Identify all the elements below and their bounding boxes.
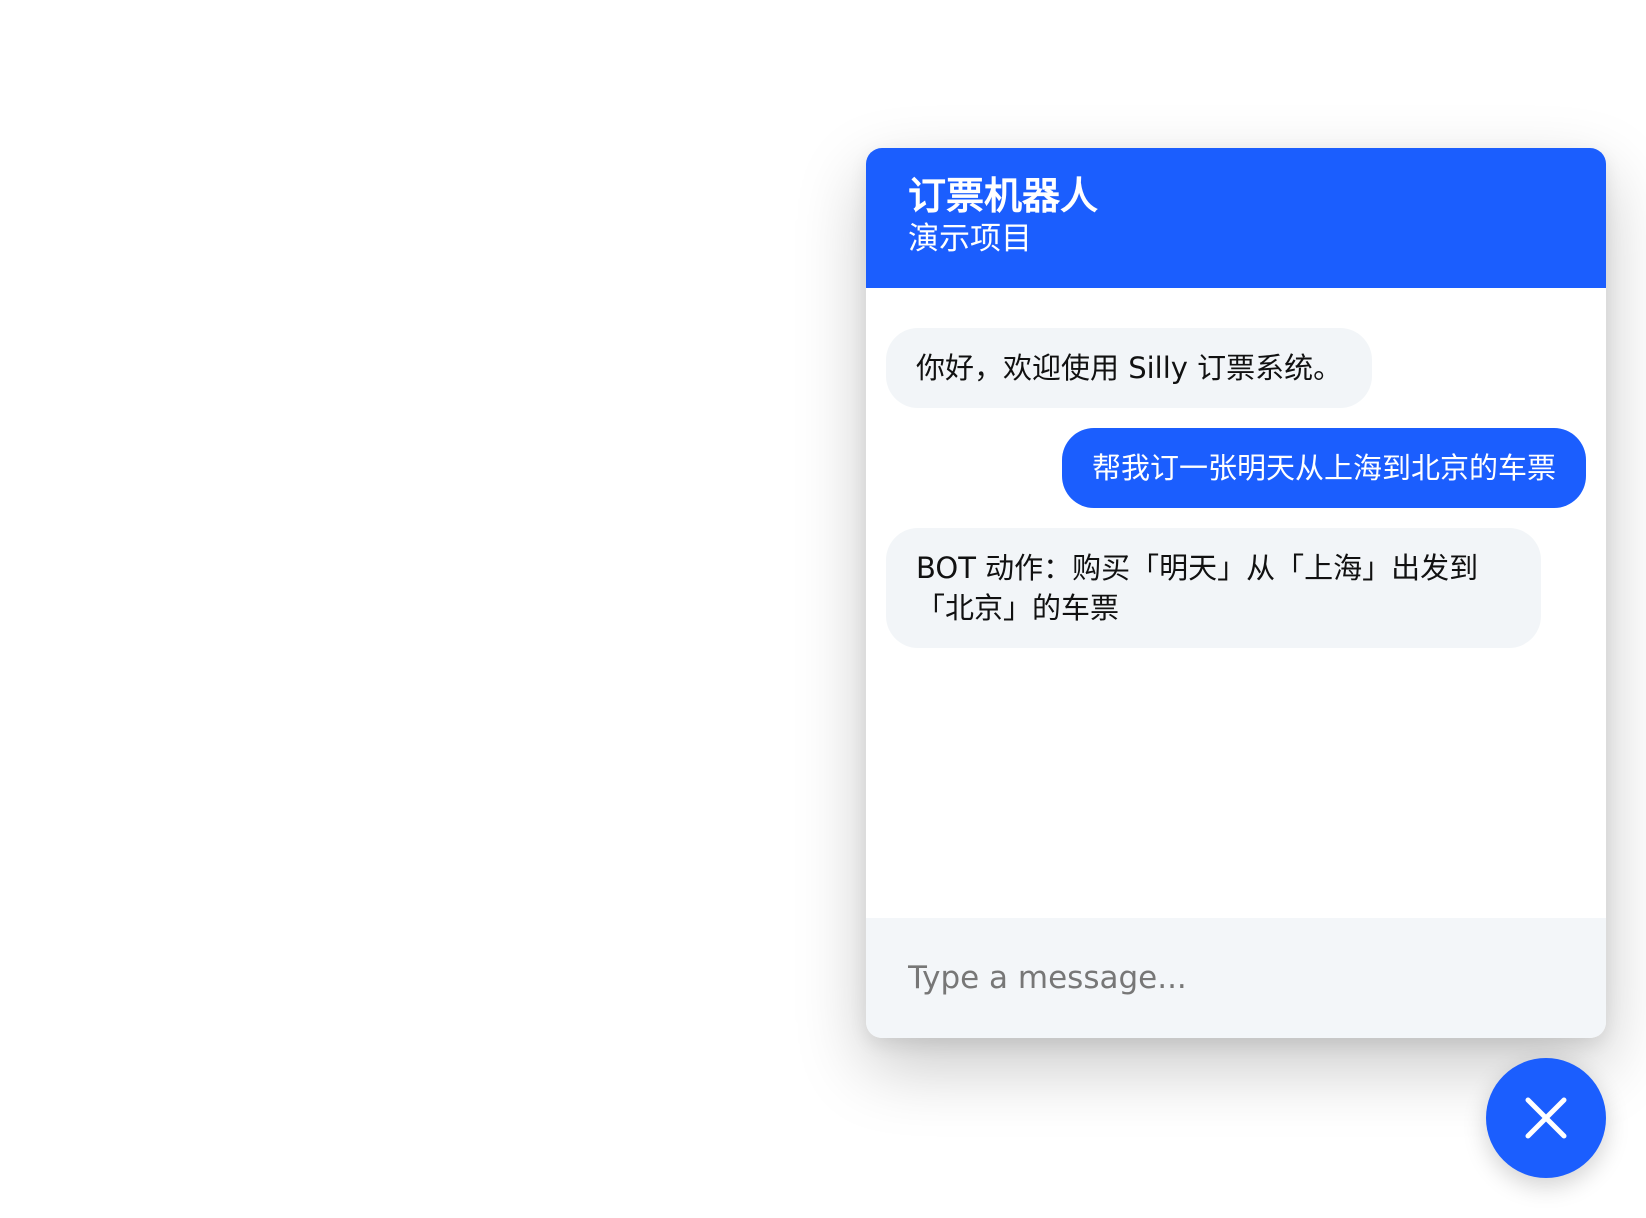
message-row: 帮我订一张明天从上海到北京的车票 [886,428,1586,508]
close-icon [1525,1097,1567,1139]
message-input[interactable] [906,959,1566,997]
chat-title: 订票机器人 [908,174,1099,218]
close-chat-button[interactable] [1486,1058,1606,1178]
user-message: 帮我订一张明天从上海到北京的车票 [1061,428,1586,508]
bot-message: BOT 动作：购买「明天」从「上海」出发到「北京」的车票 [886,528,1541,648]
message-row: 你好，欢迎使用 Silly 订票系统。 [886,328,1586,408]
message-row: BOT 动作：购买「明天」从「上海」出发到「北京」的车票 [886,528,1586,648]
bot-message: 你好，欢迎使用 Silly 订票系统。 [886,328,1373,408]
chat-subtitle: 演示项目 [908,221,1032,257]
chat-header: 订票机器人 演示项目 [866,148,1606,288]
message-list: 你好，欢迎使用 Silly 订票系统。 帮我订一张明天从上海到北京的车票 BOT… [866,288,1606,918]
chat-window: 订票机器人 演示项目 你好，欢迎使用 Silly 订票系统。 帮我订一张明天从上… [866,148,1606,1038]
composer [866,918,1606,1038]
